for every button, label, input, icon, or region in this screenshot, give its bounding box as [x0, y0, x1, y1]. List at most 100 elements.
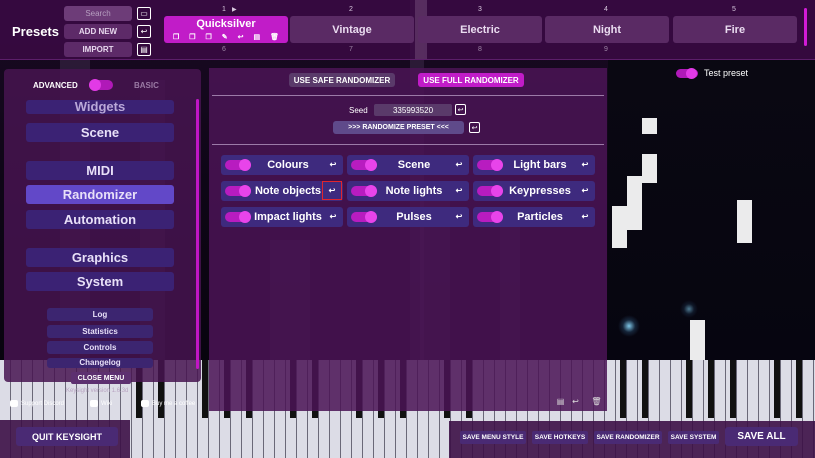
nav-system[interactable]: System	[26, 272, 174, 291]
preset-slot-4[interactable]: Night	[545, 16, 669, 43]
save-icon[interactable]: ▤	[254, 33, 261, 41]
option-scene[interactable]: Scene ↩	[347, 155, 469, 175]
preset-number: 2	[349, 6, 353, 13]
save-all-button[interactable]: SAVE ALL	[725, 427, 798, 446]
save-randomizer-button[interactable]: SAVE RANDOMIZER	[594, 431, 662, 444]
reset-icon[interactable]: ↩	[327, 159, 339, 170]
nav-log[interactable]: Log	[47, 308, 153, 321]
preset-number: 3	[478, 6, 482, 13]
nav-automation[interactable]: Automation	[26, 210, 174, 229]
undo-icon[interactable]: ↩	[570, 396, 581, 407]
wiki-link[interactable]: Wiki	[90, 400, 112, 407]
nav-scene[interactable]: Scene	[26, 123, 174, 142]
undo-icon[interactable]: ↩	[238, 33, 244, 41]
particles-toggle[interactable]	[477, 211, 503, 223]
safe-randomizer-button[interactable]: USE SAFE RANDOMIZER	[289, 73, 395, 87]
reset-seed-icon[interactable]: ↩	[455, 104, 466, 115]
trash-icon[interactable]: 🗑	[591, 396, 602, 407]
option-label: Scene	[397, 159, 431, 171]
option-label: Keypresses	[509, 185, 571, 197]
nav-widgets[interactable]: Widgets	[26, 100, 174, 114]
mode-toggle[interactable]	[89, 79, 113, 91]
preset-slot-3[interactable]: Electric	[418, 16, 542, 43]
preset-number: 4	[604, 6, 608, 13]
test-preset-toggle-row[interactable]: Test preset	[676, 67, 748, 79]
randomize-preset-button[interactable]: >>> RANDOMIZE PRESET <<<	[333, 121, 464, 134]
keypresses-toggle[interactable]	[477, 185, 503, 197]
reset-icon[interactable]: ↩	[327, 211, 339, 222]
light-bars-toggle[interactable]	[477, 159, 503, 171]
buy-coffee-link[interactable]: Buy me a coffee	[141, 400, 195, 407]
option-particles[interactable]: Particles ↩	[473, 207, 595, 227]
nav-changelog[interactable]: Changelog	[47, 358, 153, 368]
option-note-objects[interactable]: Note objects ↩	[221, 181, 343, 201]
nav-statistics[interactable]: Statistics	[47, 325, 153, 338]
support-discord-link[interactable]: Support Discord	[10, 400, 64, 407]
duplicate-icon[interactable]: ❐	[189, 33, 195, 41]
option-colours[interactable]: Colours ↩	[221, 155, 343, 175]
pulses-toggle[interactable]	[351, 211, 377, 223]
option-label: Impact lights	[254, 211, 322, 223]
option-note-lights[interactable]: Note lights ↩	[347, 181, 469, 201]
reset-icon[interactable]: ↩	[579, 159, 591, 170]
nav-midi[interactable]: MIDI	[26, 161, 174, 180]
option-pulses[interactable]: Pulses ↩	[347, 207, 469, 227]
option-label: Light bars	[513, 159, 567, 171]
wiki-label: Wiki	[101, 400, 113, 407]
trash-icon[interactable]: 🗑	[270, 33, 279, 41]
paste-icon[interactable]: ❐	[206, 33, 212, 41]
buy-coffee-label: Buy me a coffee	[152, 400, 196, 407]
save-icon[interactable]: ▤	[137, 43, 151, 56]
save-system-button[interactable]: SAVE SYSTEM	[668, 431, 719, 444]
presets-bar: Presets Search ADD NEW IMPORT ▭ ↩ ▤ 1 ▶ …	[0, 0, 815, 60]
seed-input[interactable]: 335993520	[374, 104, 452, 116]
nav-randomizer[interactable]: Randomizer	[26, 185, 174, 204]
scene-toggle[interactable]	[351, 159, 377, 171]
undo-randomize-icon[interactable]: ↩	[469, 122, 480, 133]
preset-name: Quicksilver	[196, 18, 256, 30]
save-menu-style-button[interactable]: SAVE MENU STYLE	[460, 431, 526, 444]
impact-lights-toggle[interactable]	[225, 211, 251, 223]
reset-icon[interactable]: ↩	[453, 185, 465, 196]
copy-icon[interactable]: ❐	[173, 33, 179, 41]
reset-icon[interactable]: ↩	[322, 181, 342, 200]
import-preset-button[interactable]: IMPORT	[64, 42, 132, 57]
nav-graphics[interactable]: Graphics	[26, 248, 174, 267]
option-keypresses[interactable]: Keypresses ↩	[473, 181, 595, 201]
test-preset-toggle[interactable]	[676, 67, 698, 79]
reset-icon[interactable]: ↩	[453, 159, 465, 170]
reset-icon[interactable]: ↩	[579, 211, 591, 222]
preset-number: 5	[732, 6, 736, 13]
full-randomizer-button[interactable]: USE FULL RANDOMIZER	[418, 73, 524, 87]
presets-title: Presets	[12, 24, 59, 39]
undo-icon[interactable]: ↩	[137, 25, 151, 38]
preset-number: 7	[349, 46, 353, 53]
preset-number: 9	[604, 46, 608, 53]
support-discord-label: Support Discord	[21, 400, 65, 407]
preset-slot-1[interactable]: Quicksilver ❐ ❐ ❐ ✎ ↩ ▤ 🗑	[164, 16, 288, 43]
close-menu-button[interactable]: CLOSE MENU	[71, 372, 131, 384]
add-new-preset-button[interactable]: ADD NEW	[64, 24, 132, 39]
reset-icon[interactable]: ↩	[453, 211, 465, 222]
quit-button[interactable]: QUIT KEYSIGHT	[16, 427, 118, 446]
presets-scrollbar[interactable]	[804, 8, 807, 46]
save-hotkeys-button[interactable]: SAVE HOTKEYS	[532, 431, 588, 444]
play-icon[interactable]: ▶	[232, 6, 237, 13]
note-lights-toggle[interactable]	[351, 185, 377, 197]
save-icon[interactable]: ▤	[555, 396, 566, 407]
preset-search-input[interactable]: Search	[64, 6, 132, 21]
mode-basic-label: BASIC	[134, 81, 159, 90]
reset-icon[interactable]: ↩	[579, 185, 591, 196]
folder-icon[interactable]: ▭	[137, 7, 151, 20]
option-impact-lights[interactable]: Impact lights ↩	[221, 207, 343, 227]
nav-controls[interactable]: Controls	[47, 341, 153, 354]
colours-toggle[interactable]	[225, 159, 251, 171]
preset-slot-5[interactable]: Fire	[673, 16, 797, 43]
discord-icon	[10, 400, 18, 407]
sidebar-scrollbar[interactable]	[196, 99, 199, 369]
note-objects-toggle[interactable]	[225, 185, 251, 197]
edit-icon[interactable]: ✎	[222, 33, 228, 41]
option-light-bars[interactable]: Light bars ↩	[473, 155, 595, 175]
preset-slot-2[interactable]: Vintage	[290, 16, 414, 43]
preset-number: 1	[222, 6, 226, 13]
